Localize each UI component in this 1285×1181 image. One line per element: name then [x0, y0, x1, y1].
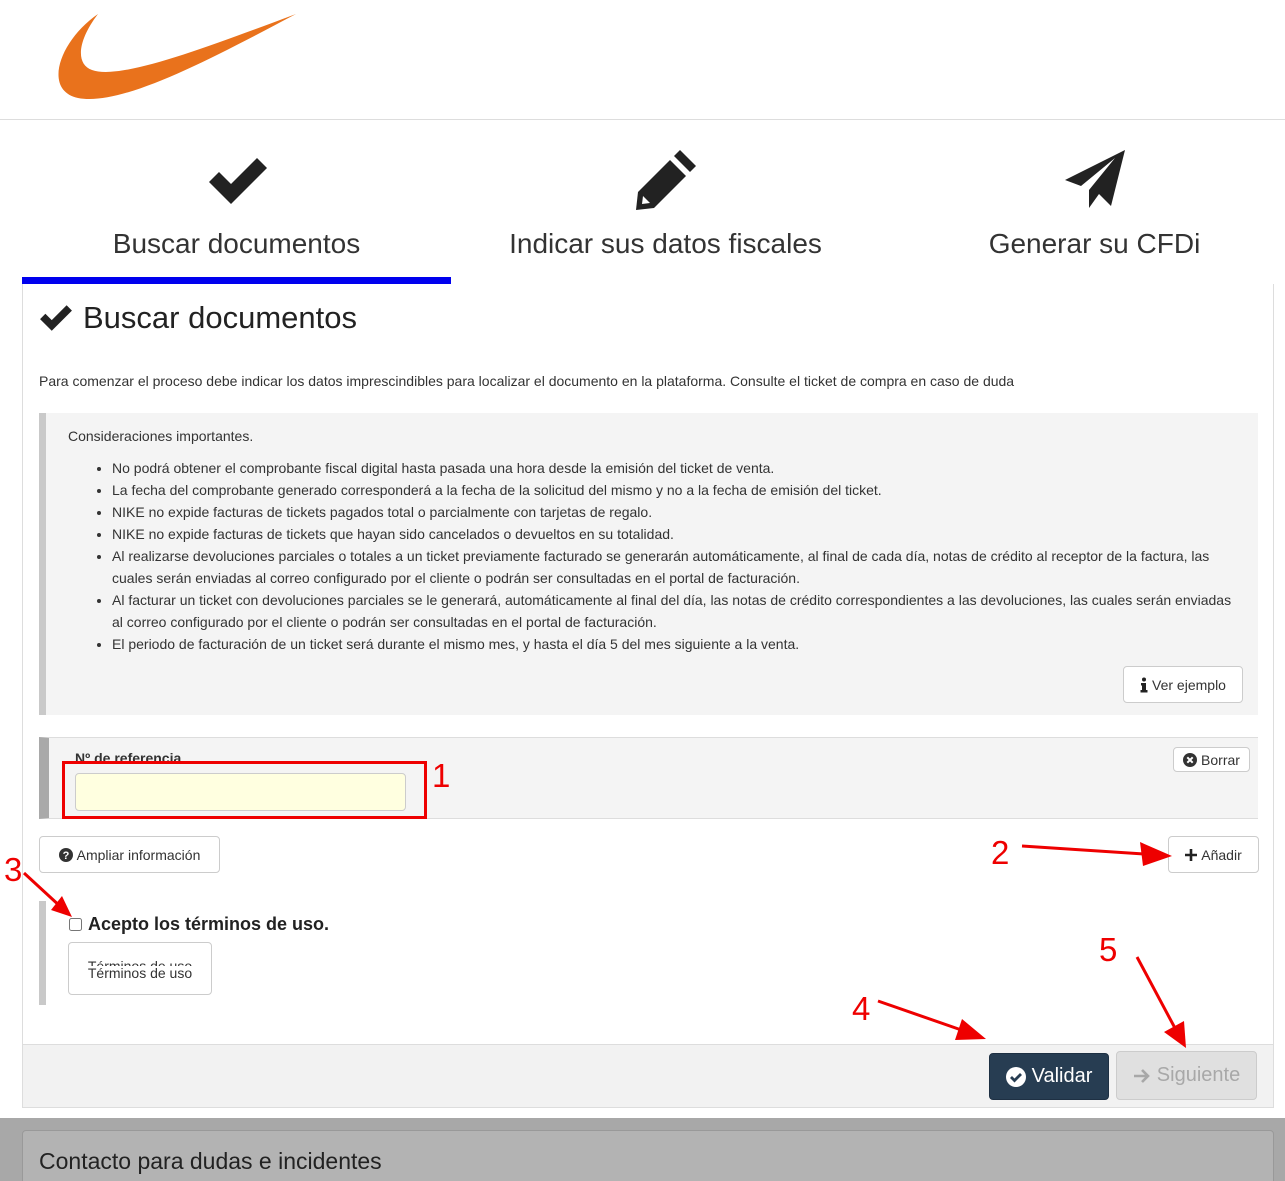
- terms-accept[interactable]: Acepto los términos de uso.: [69, 914, 329, 935]
- clear-button-label: Borrar: [1201, 751, 1240, 768]
- important-notes-panel: Consideraciones importantes. No podrá ob…: [39, 413, 1258, 715]
- terms-of-use-button[interactable]: Términos de uso Términos de uso: [68, 942, 212, 995]
- annotation-label: 1: [432, 757, 451, 794]
- check-icon: [40, 305, 72, 331]
- contact-title: Contacto para dudas e incidentes: [39, 1148, 382, 1174]
- check-icon: [22, 148, 451, 212]
- validate-label: Validar: [1031, 1065, 1093, 1087]
- pencil-icon: [451, 148, 880, 212]
- paper-plane-icon: [880, 148, 1285, 212]
- step-generar-cfdi[interactable]: Generar su CFDi: [880, 120, 1285, 284]
- list-item: Al facturar un ticket con devoluciones p…: [112, 589, 1244, 633]
- search-documents-card: Buscar documentos Para comenzar el proce…: [22, 284, 1274, 1108]
- add-button-label: Añadir: [1201, 846, 1242, 863]
- clear-button[interactable]: Borrar: [1173, 747, 1250, 772]
- more-info-label: Ampliar información: [76, 846, 201, 863]
- contact-section: Contacto para dudas e incidentes: [0, 1118, 1285, 1181]
- arrow-right-icon: [1133, 1068, 1150, 1083]
- view-example-label: Ver ejemplo: [1152, 676, 1226, 693]
- wizard-steps: Buscar documentos Indicar sus datos fisc…: [22, 120, 1274, 284]
- active-step-indicator: [22, 277, 451, 284]
- more-info-button[interactable]: ? Ampliar información: [39, 836, 220, 873]
- info-icon: [1140, 677, 1148, 692]
- list-item: No podrá obtener el comprobante fiscal d…: [112, 457, 1244, 479]
- step-label: Buscar documentos: [112, 228, 361, 259]
- terms-panel: Acepto los términos de uso. Términos de …: [39, 901, 439, 1005]
- contact-panel[interactable]: Contacto para dudas e incidentes: [22, 1130, 1274, 1181]
- step-label: Generar su CFDi: [988, 228, 1201, 259]
- svg-text:?: ?: [62, 850, 69, 862]
- page-title: Buscar documentos: [39, 300, 357, 336]
- question-circle-icon: ?: [58, 847, 73, 862]
- next-label: Siguiente: [1156, 1064, 1241, 1086]
- card-footer: Validar Siguiente: [23, 1044, 1273, 1107]
- step-datos-fiscales[interactable]: Indicar sus datos fiscales: [451, 120, 880, 284]
- annotation-highlight-box: [62, 761, 427, 819]
- add-button[interactable]: Añadir: [1168, 836, 1259, 873]
- close-circle-icon: [1183, 752, 1198, 767]
- next-button[interactable]: Siguiente: [1116, 1051, 1257, 1100]
- list-item: El periodo de facturación de un ticket s…: [112, 633, 1244, 655]
- nike-swoosh-logo[interactable]: [50, 10, 300, 105]
- step-label: Indicar sus datos fiscales: [509, 228, 822, 259]
- list-item: NIKE no expide facturas de tickets que h…: [112, 523, 1244, 545]
- page-title-text: Buscar documentos: [83, 300, 357, 335]
- list-item: Al realizarse devoluciones parciales o t…: [112, 545, 1244, 589]
- terms-button-label: Términos de uso: [87, 965, 193, 981]
- terms-checkbox[interactable]: [69, 918, 82, 931]
- annotation-label: 2: [991, 834, 1010, 871]
- validate-button[interactable]: Validar: [989, 1053, 1109, 1100]
- notes-title: Consideraciones importantes.: [68, 428, 254, 444]
- notes-list: No podrá obtener el comprobante fiscal d…: [94, 457, 1244, 655]
- annotation-label: 3: [4, 851, 23, 888]
- plus-icon: [1185, 848, 1198, 861]
- check-circle-icon: [1005, 1066, 1026, 1087]
- view-example-button[interactable]: Ver ejemplo: [1123, 666, 1243, 703]
- annotation-label: 4: [852, 990, 871, 1027]
- site-header: [0, 0, 1285, 120]
- step-buscar-documentos[interactable]: Buscar documentos: [22, 120, 451, 284]
- intro-text: Para comenzar el proceso debe indicar lo…: [39, 373, 1015, 389]
- list-item: NIKE no expide facturas de tickets pagad…: [112, 501, 1244, 523]
- list-item: La fecha del comprobante generado corres…: [112, 479, 1244, 501]
- annotation-label: 5: [1099, 931, 1118, 968]
- terms-accept-label: Acepto los términos de uso.: [88, 914, 330, 934]
